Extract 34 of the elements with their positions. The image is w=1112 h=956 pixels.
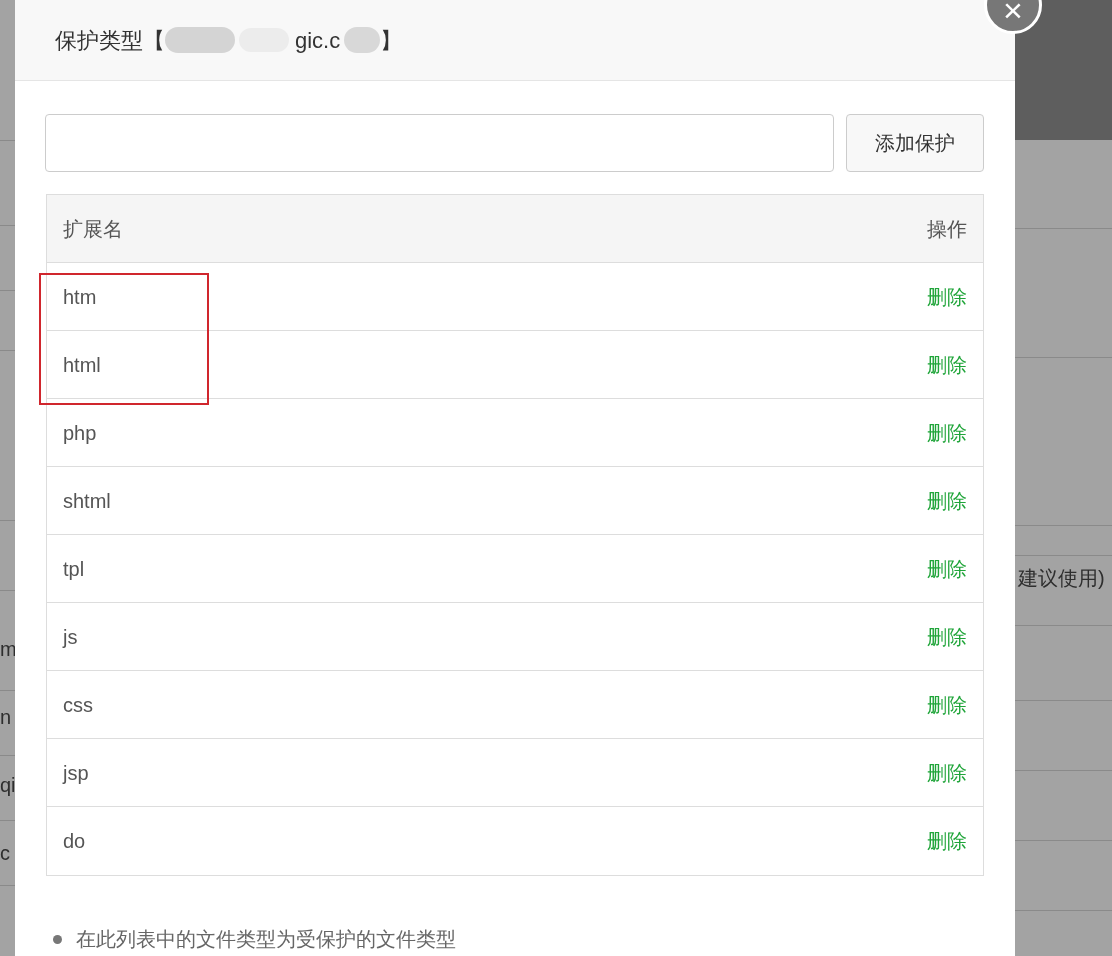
table-cell-text: htm bbox=[63, 284, 97, 310]
input-field[interactable] bbox=[45, 114, 834, 172]
table-cell-text: tpl bbox=[63, 556, 85, 582]
table-cell-text: html bbox=[63, 352, 101, 378]
table-cell-text: js bbox=[63, 624, 78, 650]
dialog-title: gic.c bbox=[295, 26, 341, 55]
column-header: 扩展名 bbox=[63, 216, 123, 242]
bullet-icon bbox=[53, 934, 62, 944]
background-text: 建议使用) bbox=[1018, 568, 1105, 588]
column-header: 操作 bbox=[927, 216, 967, 242]
redaction-mark bbox=[344, 27, 381, 53]
table-cell-text: php bbox=[63, 420, 97, 446]
delete-link[interactable]: 删除 bbox=[927, 485, 967, 516]
background-text: qi bbox=[0, 775, 16, 795]
delete-link[interactable]: 删除 bbox=[927, 281, 967, 312]
add-button[interactable]: 添加保护 bbox=[846, 114, 984, 172]
background-text: n bbox=[0, 707, 12, 727]
note-text: 在此列表中的文件类型为受保护的文件类型 bbox=[76, 927, 456, 952]
delete-link[interactable]: 删除 bbox=[927, 621, 967, 652]
table-cell-text: shtml bbox=[63, 488, 111, 514]
redaction-mark bbox=[165, 27, 235, 53]
delete-link[interactable]: 删除 bbox=[927, 689, 967, 720]
delete-link[interactable]: 删除 bbox=[927, 826, 967, 856]
background-text: m bbox=[0, 639, 17, 659]
delete-link[interactable]: 删除 bbox=[927, 417, 967, 448]
delete-link[interactable]: 删除 bbox=[927, 553, 967, 584]
background-text: c bbox=[0, 843, 10, 863]
delete-link[interactable]: 删除 bbox=[927, 757, 967, 788]
table-cell-text: css bbox=[63, 692, 93, 718]
table-cell-text: jsp bbox=[63, 760, 89, 786]
dialog-title: 保护类型【 bbox=[55, 26, 165, 55]
table-cell-text: do bbox=[63, 829, 86, 854]
dialog-title: 】 bbox=[380, 26, 403, 55]
delete-link[interactable]: 删除 bbox=[927, 349, 967, 380]
